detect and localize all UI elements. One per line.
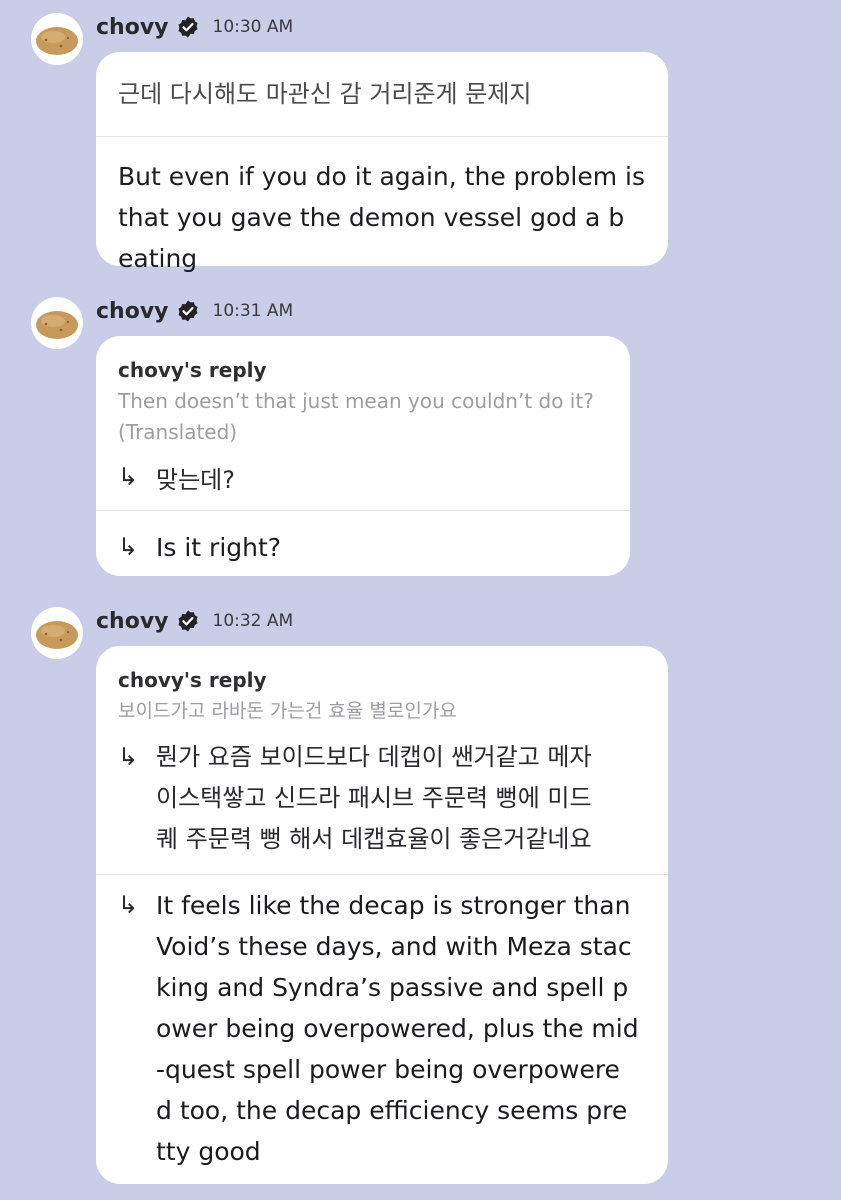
potato-avatar-icon[interactable] [31,607,83,659]
potato-avatar-icon[interactable] [31,13,83,65]
message-header: chovy 10:32 AM [96,606,293,636]
translated-text: But even if you do it again, the problem… [118,162,646,273]
sender-name[interactable]: chovy [96,15,169,40]
original-text: 뭔가 요즘 보이드보다 데캡이 쌘거같고 메자 이스택쌓고 신드라 패시브 주문… [156,743,592,853]
verified-badge-icon [178,300,197,322]
reply-arrow-icon: ↳ [118,463,139,491]
quoted-message[interactable]: Then doesn’t that just mean you couldn’t… [118,386,608,448]
original-text: 근데 다시해도 마관신 감 거리준게 문제지 [118,80,532,108]
divider [96,136,668,137]
reply-label: chovy's reply [118,668,267,692]
potato-avatar-icon[interactable] [31,297,83,349]
reply-arrow-icon: ↳ [118,891,139,919]
verified-badge-icon [178,610,197,632]
original-text: 맞는데? [156,465,235,494]
message-bubble[interactable]: chovy's reply 보이드가고 라바돈 가는건 효율 별로인가요 ↳ 뭔… [96,646,668,1184]
timestamp: 10:32 AM [212,611,294,631]
message-bubble[interactable]: 근데 다시해도 마관신 감 거리준게 문제지 But even if you d… [96,52,668,273]
timestamp: 10:31 AM [212,301,294,321]
quoted-message[interactable]: 보이드가고 라바돈 가는건 효율 별로인가요 [118,696,646,727]
message-header: chovy 10:30 AM [96,12,293,42]
message-header: chovy 10:31 AM [96,296,293,326]
timestamp: 10:30 AM [212,17,294,37]
reply-arrow-icon: ↳ [118,743,139,771]
sender-name[interactable]: chovy [96,609,169,634]
translated-text: It feels like the decap is stronger than… [156,891,639,1166]
verified-badge-icon [178,16,197,38]
message-bubble[interactable]: chovy's reply Then doesn’t that just mea… [96,336,630,576]
reply-label: chovy's reply [118,358,267,382]
sender-name[interactable]: chovy [96,299,169,324]
translated-text: Is it right? [156,532,282,562]
reply-arrow-icon: ↳ [118,533,139,561]
